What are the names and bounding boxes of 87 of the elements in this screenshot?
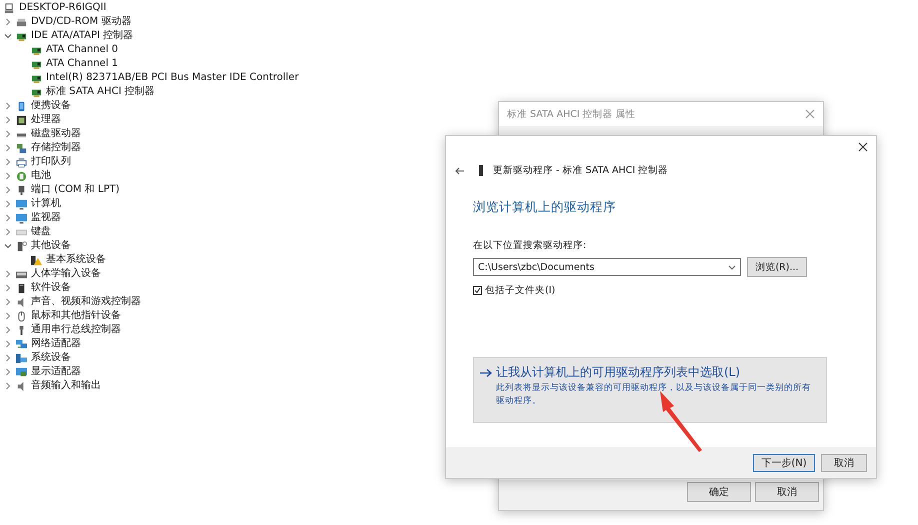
chevron-right-icon[interactable] (4, 326, 12, 334)
chevron-right-icon[interactable] (4, 228, 12, 236)
wizard-button[interactable]: 取消 (821, 454, 867, 472)
tree-item[interactable]: 存储控制器 (31, 141, 81, 155)
back-arrow-icon[interactable] (455, 166, 465, 174)
chevron-right-icon[interactable] (4, 102, 12, 110)
chevron-right-icon[interactable] (4, 200, 12, 208)
option-description: 此列表将显示与该设备兼容的可用驱动程序，以及与该设备属于同一类别的所有驱动程序。 (496, 382, 812, 408)
tree-item[interactable]: 键盘 (31, 225, 51, 239)
tree-item[interactable]: DESKTOP-R6IGQII (19, 1, 106, 15)
chevron-right-icon[interactable] (4, 130, 12, 138)
chevron-right-icon[interactable] (4, 284, 12, 292)
chevron-right-icon[interactable] (4, 116, 12, 124)
tree-item[interactable]: 音频输入和输出 (31, 379, 101, 393)
mouse-icon (16, 310, 27, 322)
page-heading: 浏览计算机上的驱动程序 (473, 199, 617, 216)
tree-item[interactable]: ATA Channel 1 (46, 57, 118, 71)
chevron-right-icon[interactable] (4, 298, 12, 306)
driver-list-option[interactable]: 让我从计算机上的可用驱动程序列表中选取(L) 此列表将显示与该设备兼容的可用驱动程序，以及与该设备属于同一类别的所有驱动程序。 (473, 357, 827, 423)
chevron-right-icon[interactable] (4, 18, 12, 26)
tree-item[interactable]: 其他设备 (31, 239, 71, 253)
wizard-button[interactable]: 下一步(N) (753, 454, 815, 472)
chevron-right-icon[interactable] (4, 312, 12, 320)
tree-item[interactable]: 鼠标和其他指针设备 (31, 309, 121, 323)
printer-icon (16, 156, 27, 168)
display-icon (16, 366, 27, 378)
chevron-right-icon[interactable] (4, 340, 12, 348)
storage-icon (16, 142, 27, 154)
checkbox[interactable] (473, 286, 482, 295)
chip-icon (16, 114, 27, 126)
monitor-icon (16, 212, 27, 224)
chevron-down-icon[interactable] (4, 242, 12, 250)
tower-icon (476, 165, 486, 176)
tree-item[interactable]: IDE ATA/ATAPI 控制器 (31, 29, 134, 43)
warning-icon (31, 254, 42, 266)
chevron-right-icon[interactable] (4, 158, 12, 166)
network-icon (16, 338, 27, 350)
path-combobox[interactable]: C:\Users\zbc\Documents (473, 258, 741, 276)
device-question-icon (16, 240, 27, 252)
chevron-right-icon[interactable] (4, 144, 12, 152)
chevron-right-icon[interactable] (4, 172, 12, 180)
tree-item[interactable]: 标准 SATA AHCI 控制器 (46, 85, 155, 99)
chevron-right-icon[interactable] (4, 354, 12, 362)
close-icon[interactable] (858, 142, 868, 152)
field-label: 在以下位置搜索驱动程序: (473, 239, 588, 252)
tree-item[interactable]: 声音、视频和游戏控制器 (31, 295, 141, 309)
tree-item[interactable]: ATA Channel 0 (46, 43, 118, 57)
arrow-right-icon (480, 368, 492, 378)
chevron-right-icon[interactable] (4, 214, 12, 222)
tree-item[interactable]: 显示适配器 (31, 365, 81, 379)
wizard-title: 更新驱动程序 - 标准 SATA AHCI 控制器 (493, 164, 668, 177)
tree-item[interactable]: DVD/CD-ROM 驱动器 (31, 15, 132, 29)
tree-item[interactable]: Intel(R) 82371AB/EB PCI Bus Master IDE Controller (46, 71, 299, 85)
tree-item[interactable]: 磁盘驱动器 (31, 127, 81, 141)
battery-icon (16, 170, 27, 182)
tree-item[interactable]: 打印队列 (31, 155, 71, 169)
chevron-right-icon[interactable] (4, 186, 12, 194)
chevron-right-icon[interactable] (4, 270, 12, 278)
tree-item[interactable]: 处理器 (31, 113, 61, 127)
tower-icon (16, 282, 27, 294)
tree-item[interactable]: 便携设备 (31, 99, 71, 113)
tree-item[interactable]: 基本系统设备 (46, 253, 106, 267)
tree-item[interactable]: 系统设备 (31, 351, 71, 365)
phone-icon (16, 100, 27, 112)
chevron-right-icon[interactable] (4, 382, 12, 390)
monitor-icon (16, 198, 27, 210)
checkbox-label[interactable]: 包括子文件夹(I) (485, 284, 556, 297)
tree-item[interactable]: 端口 (COM 和 LPT) (31, 183, 120, 197)
tree-item[interactable]: 计算机 (31, 197, 61, 211)
chevron-right-icon[interactable] (4, 368, 12, 376)
computer-icon (4, 2, 15, 14)
tree-item[interactable]: 软件设备 (31, 281, 71, 295)
chevron-down-icon[interactable] (728, 264, 736, 270)
window-title: 标准 SATA AHCI 控制器 属性 (507, 108, 636, 120)
dialog-button[interactable]: 取消 (755, 482, 819, 502)
tree-item[interactable]: 监视器 (31, 211, 61, 225)
port-icon (16, 184, 27, 196)
chevron-down-icon[interactable] (4, 32, 12, 40)
system-icon (16, 352, 27, 364)
option-title[interactable]: 让我从计算机上的可用驱动程序列表中选取(L) (496, 364, 816, 381)
dialog-button[interactable]: 确定 (687, 482, 751, 502)
tree-item[interactable]: 网络适配器 (31, 337, 81, 351)
drive-icon (16, 16, 27, 28)
browse-button[interactable]: 浏览(R)... (747, 257, 807, 277)
tree-item[interactable]: 人体学输入设备 (31, 267, 101, 281)
tree-item[interactable]: 电池 (31, 169, 51, 183)
tree-item[interactable]: 通用串行总线控制器 (31, 323, 121, 337)
